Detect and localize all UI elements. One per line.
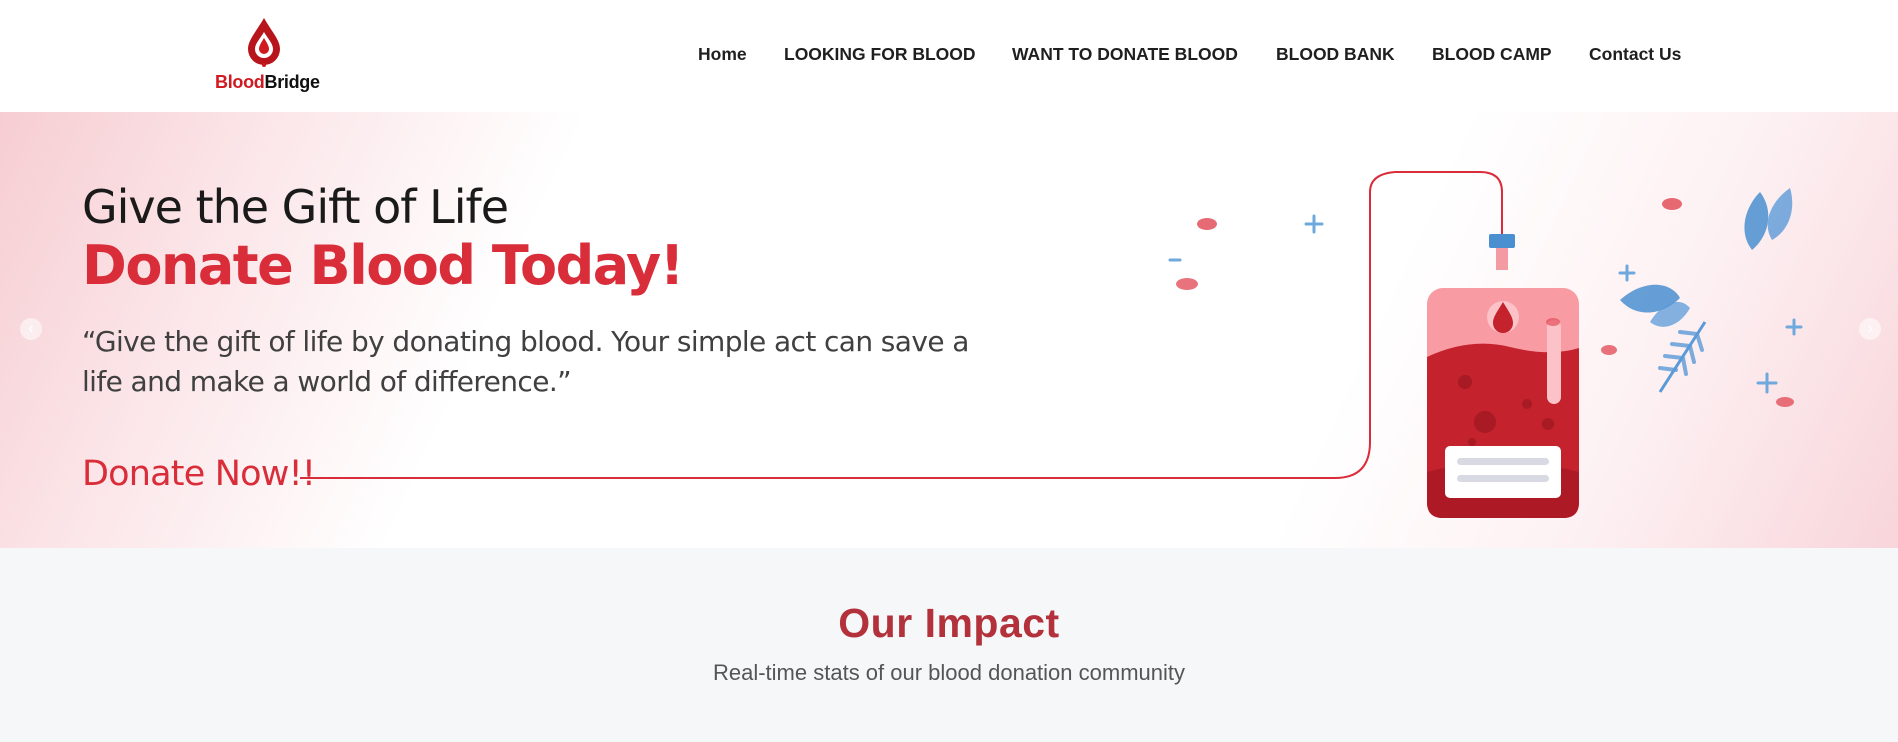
nav-blood-camp[interactable]: BLOOD CAMP [1432, 44, 1552, 65]
hero-heading-line2: Donate Blood Today! [82, 234, 684, 297]
carousel-next-button[interactable]: › [1859, 318, 1881, 340]
chevron-left-icon: ‹ [28, 320, 34, 337]
nav-blood-bank[interactable]: BLOOD BANK [1276, 44, 1395, 65]
nav-looking-for-blood[interactable]: LOOKING FOR BLOOD [784, 44, 976, 65]
nav-contact-us[interactable]: Contact Us [1589, 44, 1681, 65]
site-header: BloodBridge Home LOOKING FOR BLOOD WANT … [0, 0, 1898, 112]
hero-heading-line1: Give the Gift of Life [82, 180, 509, 234]
brand-name: BloodBridge [215, 72, 320, 93]
nav-want-to-donate-blood[interactable]: WANT TO DONATE BLOOD [1012, 44, 1238, 65]
hero-banner: ‹ › Give the Gift of Life Donate Blood T… [0, 112, 1898, 548]
donate-now-button[interactable]: Donate Now!! [82, 454, 316, 494]
hero-quote: “Give the gift of life by donating blood… [82, 325, 969, 398]
carousel-prev-button[interactable]: ‹ [20, 318, 42, 340]
impact-title: Our Impact [838, 600, 1060, 646]
blood-drop-logo-icon [248, 18, 280, 67]
brand-name-part2: Bridge [264, 72, 321, 92]
impact-section: Our Impact Real-time stats of our blood … [0, 548, 1898, 742]
nav-home[interactable]: Home [698, 44, 747, 65]
brand-logo[interactable]: BloodBridge [212, 16, 322, 96]
impact-subtitle: Real-time stats of our blood donation co… [712, 660, 1185, 685]
brand-name-part1: Blood [215, 72, 265, 92]
chevron-right-icon: › [1867, 320, 1873, 337]
